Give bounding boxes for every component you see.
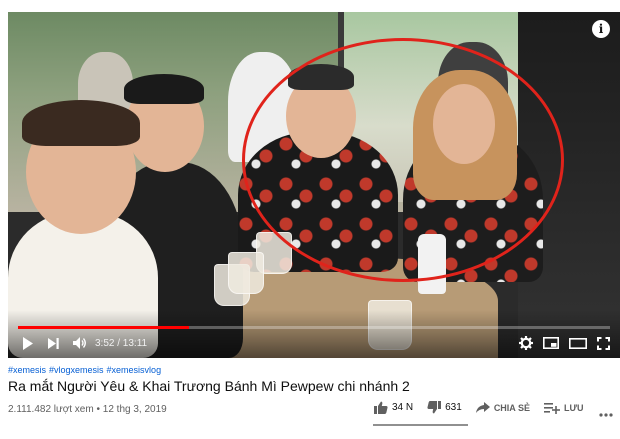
gear-icon[interactable] bbox=[519, 336, 533, 350]
play-icon[interactable] bbox=[22, 336, 34, 350]
like-button[interactable]: 34 N bbox=[374, 401, 413, 414]
video-title: Ra mắt Người Yêu & Khai Trương Bánh Mì P… bbox=[8, 378, 410, 394]
right-controls bbox=[519, 336, 610, 350]
save-button[interactable]: LƯU bbox=[543, 402, 584, 414]
video-frame bbox=[8, 12, 620, 358]
hashtag-list: #xemesis #vlogxemesis #xemesisvlog bbox=[8, 365, 161, 375]
volume-icon[interactable] bbox=[73, 337, 87, 349]
share-button[interactable]: CHIA SẺ bbox=[475, 402, 530, 413]
fullscreen-icon[interactable] bbox=[597, 336, 610, 350]
miniplayer-icon[interactable] bbox=[543, 337, 559, 349]
time-display: 3:52 / 13:11 bbox=[95, 337, 148, 349]
progress-bar[interactable] bbox=[18, 326, 610, 329]
more-actions-icon[interactable] bbox=[599, 404, 613, 422]
hashtag-link[interactable]: #vlogxemesis bbox=[49, 365, 104, 375]
save-label: LƯU bbox=[563, 402, 584, 413]
hashtag-link[interactable]: #xemesis bbox=[8, 365, 46, 375]
thumbs-down-icon bbox=[427, 401, 442, 414]
video-meta: 2.111.482 lượt xem • 12 thg 3, 2019 bbox=[8, 404, 167, 415]
highlight-circle bbox=[242, 38, 564, 282]
sentiment-bar bbox=[373, 424, 468, 426]
playlist-add-icon bbox=[543, 402, 560, 414]
person-hair bbox=[22, 100, 140, 146]
dislike-count: 631 bbox=[445, 402, 462, 413]
next-icon[interactable] bbox=[48, 337, 59, 349]
share-icon bbox=[475, 402, 490, 413]
like-count: 34 N bbox=[392, 402, 414, 413]
theater-icon[interactable] bbox=[569, 337, 587, 349]
share-label: CHIA SẺ bbox=[493, 402, 530, 413]
action-bar: 34 N 631 CHIA SẺ LƯU bbox=[374, 401, 597, 414]
info-icon[interactable]: i bbox=[592, 20, 610, 38]
hashtag-link[interactable]: #xemesisvlog bbox=[107, 365, 162, 375]
person-hair bbox=[124, 74, 204, 104]
cup bbox=[228, 252, 264, 294]
thumbs-up-icon bbox=[374, 401, 388, 414]
player-controls: 3:52 / 13:11 bbox=[8, 332, 620, 354]
progress-played bbox=[18, 326, 190, 329]
youtube-watch-page: i 3:52 / 13:11 #xemesis #vlogxemesis #xe… bbox=[0, 0, 620, 439]
dislike-button[interactable]: 631 bbox=[427, 401, 462, 414]
video-player[interactable]: i 3:52 / 13:11 bbox=[8, 12, 620, 358]
